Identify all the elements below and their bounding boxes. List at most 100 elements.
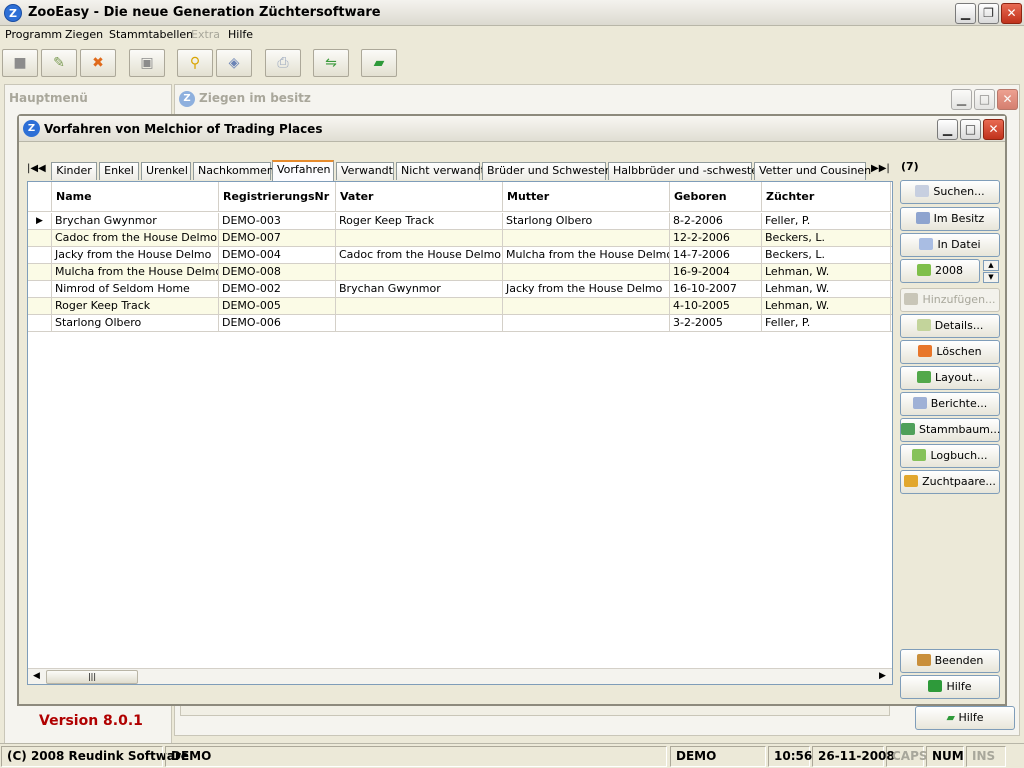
cell-zuechter[interactable]: Lehman, W. xyxy=(762,281,891,298)
cell-registrierungsnr[interactable]: DEMO-008 xyxy=(219,264,336,281)
toolbar-search-button[interactable]: ⚲ xyxy=(177,49,213,77)
cell-mutter[interactable] xyxy=(503,298,670,315)
tab-kinder[interactable]: Kinder xyxy=(51,162,97,180)
cell-name[interactable]: Mulcha from the House Delmo xyxy=(52,264,219,281)
minimize-button[interactable]: ▁ xyxy=(955,3,976,24)
cell-name[interactable]: Jacky from the House Delmo xyxy=(52,247,219,264)
tab-brueder-und-schwestern[interactable]: Brüder und Schwestern xyxy=(482,162,616,180)
hilfe-button[interactable]: Hilfe xyxy=(900,675,1000,699)
cell-vater[interactable]: Roger Keep Track xyxy=(336,213,503,230)
toolbar-logbook-button[interactable]: ▰ xyxy=(361,49,397,77)
toolbar-print-button[interactable]: ⎙ xyxy=(265,49,301,77)
tab-verwandt[interactable]: Verwandt xyxy=(336,162,394,180)
cell-geboren[interactable]: 16-10-2007 xyxy=(670,281,762,298)
cell-mutter[interactable] xyxy=(503,230,670,247)
ziegen-close-button[interactable]: ✕ xyxy=(997,89,1018,110)
cell-geboren[interactable]: 16-9-2004 xyxy=(670,264,762,281)
close-button[interactable]: ✕ xyxy=(1001,3,1022,24)
tab-halbbrueder-und-schwestern[interactable]: Halbbrüder und -schwestern xyxy=(608,162,769,180)
ziegen-maximize-button[interactable]: □ xyxy=(974,89,995,110)
cell-geboren[interactable]: 8-2-2006 xyxy=(670,213,762,230)
cell-registrierungsnr[interactable]: DEMO-006 xyxy=(219,315,336,332)
cell-mutter[interactable]: Jacky from the House Delmo xyxy=(503,281,670,298)
suchen-button[interactable]: Suchen... xyxy=(900,180,1000,204)
cell-vater[interactable] xyxy=(336,315,503,332)
details-button[interactable]: Details... xyxy=(900,314,1000,338)
layout-button[interactable]: Layout... xyxy=(900,366,1000,390)
cell-zuechter[interactable]: Beckers, L. xyxy=(762,230,891,247)
row-selector[interactable] xyxy=(28,298,52,315)
toolbar-pedigree-button[interactable]: ⇋ xyxy=(313,49,349,77)
cell-zuechter[interactable]: Feller, P. xyxy=(762,315,891,332)
cell-mutter[interactable]: Mulcha from the House Delmo xyxy=(503,247,670,264)
cell-mutter[interactable] xyxy=(503,264,670,281)
menu-extra[interactable]: Extra xyxy=(191,28,220,41)
column-header-zuechter[interactable]: Züchter xyxy=(762,182,891,212)
column-header-geboren[interactable]: Geboren xyxy=(670,182,762,212)
menu-programm[interactable]: Programm xyxy=(5,28,62,41)
logbuch-button[interactable]: Logbuch... xyxy=(900,444,1000,468)
vorfahren-maximize-button[interactable]: □ xyxy=(960,119,981,140)
cell-zuechter[interactable]: Lehman, W. xyxy=(762,264,891,281)
loeschen-button[interactable]: Löschen xyxy=(900,340,1000,364)
table-row[interactable]: Jacky from the House Delmo DEMO-004 Cadoc … xyxy=(28,247,892,264)
vorfahren-minimize-button[interactable]: ▁ xyxy=(937,119,958,140)
stammbaum-button[interactable]: Stammbaum... xyxy=(900,418,1000,442)
column-header-vater[interactable]: Vater xyxy=(336,182,503,212)
toolbar-owned-button[interactable]: ◈ xyxy=(216,49,252,77)
tab-enkel[interactable]: Enkel xyxy=(99,162,139,180)
cell-registrierungsnr[interactable]: DEMO-004 xyxy=(219,247,336,264)
year-up-arrow-icon[interactable]: ▲ xyxy=(983,260,999,271)
cell-name[interactable]: Roger Keep Track xyxy=(52,298,219,315)
cell-registrierungsnr[interactable]: DEMO-002 xyxy=(219,281,336,298)
cell-vater[interactable] xyxy=(336,264,503,281)
cell-zuechter[interactable]: Feller, P. xyxy=(762,213,891,230)
tab-nav-first-button[interactable]: |◀◀ xyxy=(27,163,46,174)
grid-hscrollbar[interactable]: ◀ ||| ▶ xyxy=(28,668,892,684)
row-selector[interactable] xyxy=(28,264,52,281)
menu-ziegen[interactable]: Ziegen xyxy=(65,28,103,41)
beenden-button[interactable]: Beenden xyxy=(900,649,1000,673)
year-stepper[interactable]: 2008 xyxy=(900,259,980,283)
year-down-arrow-icon[interactable]: ▼ xyxy=(983,272,999,283)
menu-stammtabellen[interactable]: Stammtabellen xyxy=(109,28,193,41)
berichte-button[interactable]: Berichte... xyxy=(900,392,1000,416)
table-row[interactable]: Starlong Olbero DEMO-006 3-2-2005 Feller, P… xyxy=(28,315,892,332)
ziegen-hilfe-button[interactable]: ▰ Hilfe xyxy=(915,706,1015,730)
cell-vater[interactable]: Cadoc from the House Delmo xyxy=(336,247,503,264)
hinzufuegen-button[interactable]: Hinzufügen... xyxy=(900,288,1000,312)
tab-nachkommen[interactable]: Nachkommen xyxy=(193,162,274,180)
row-selector[interactable] xyxy=(28,230,52,247)
toolbar-goat-button[interactable]: ■ xyxy=(2,49,38,77)
row-selector[interactable] xyxy=(28,247,52,264)
cell-zuechter[interactable]: Lehman, W. xyxy=(762,298,891,315)
tab-nicht-verwandt[interactable]: Nicht verwandt xyxy=(396,162,485,180)
cell-geboren[interactable]: 14-7-2006 xyxy=(670,247,762,264)
menu-hilfe[interactable]: Hilfe xyxy=(228,28,253,41)
restore-button[interactable]: ❐ xyxy=(978,3,999,24)
cell-name[interactable]: Brychan Gwynmor xyxy=(52,213,219,230)
table-row[interactable]: ▶ Brychan Gwynmor DEMO-003 Roger Keep Track… xyxy=(28,213,892,230)
tab-vorfahren[interactable]: Vorfahren xyxy=(272,160,334,181)
cell-registrierungsnr[interactable]: DEMO-007 xyxy=(219,230,336,247)
scroll-thumb[interactable]: ||| xyxy=(46,670,138,684)
table-row[interactable]: Cadoc from the House Delmo DEMO-007 12-2-2… xyxy=(28,230,892,247)
cell-name[interactable]: Starlong Olbero xyxy=(52,315,219,332)
tab-vetter-und-cousinen[interactable]: Vetter und Cousinen xyxy=(754,162,871,180)
cell-mutter[interactable]: Starlong Olbero xyxy=(503,213,670,230)
tab-urenkel[interactable]: Urenkel xyxy=(141,162,191,180)
row-selector[interactable] xyxy=(28,281,52,298)
column-header-name[interactable]: Name xyxy=(52,182,219,212)
cell-name[interactable]: Nimrod of Seldom Home xyxy=(52,281,219,298)
cell-registrierungsnr[interactable]: DEMO-005 xyxy=(219,298,336,315)
vorfahren-close-button[interactable]: ✕ xyxy=(983,119,1004,140)
cell-geboren[interactable]: 3-2-2005 xyxy=(670,315,762,332)
im-besitz-button[interactable]: Im Besitz xyxy=(900,207,1000,231)
table-row[interactable]: Mulcha from the House Delmo DEMO-008 16-9-… xyxy=(28,264,892,281)
column-header-registrierungsnr[interactable]: RegistrierungsNr xyxy=(219,182,336,212)
row-selector[interactable] xyxy=(28,315,52,332)
in-datei-button[interactable]: In Datei xyxy=(900,233,1000,257)
cell-geboren[interactable]: 4-10-2005 xyxy=(670,298,762,315)
cell-vater[interactable] xyxy=(336,230,503,247)
cell-name[interactable]: Cadoc from the House Delmo xyxy=(52,230,219,247)
